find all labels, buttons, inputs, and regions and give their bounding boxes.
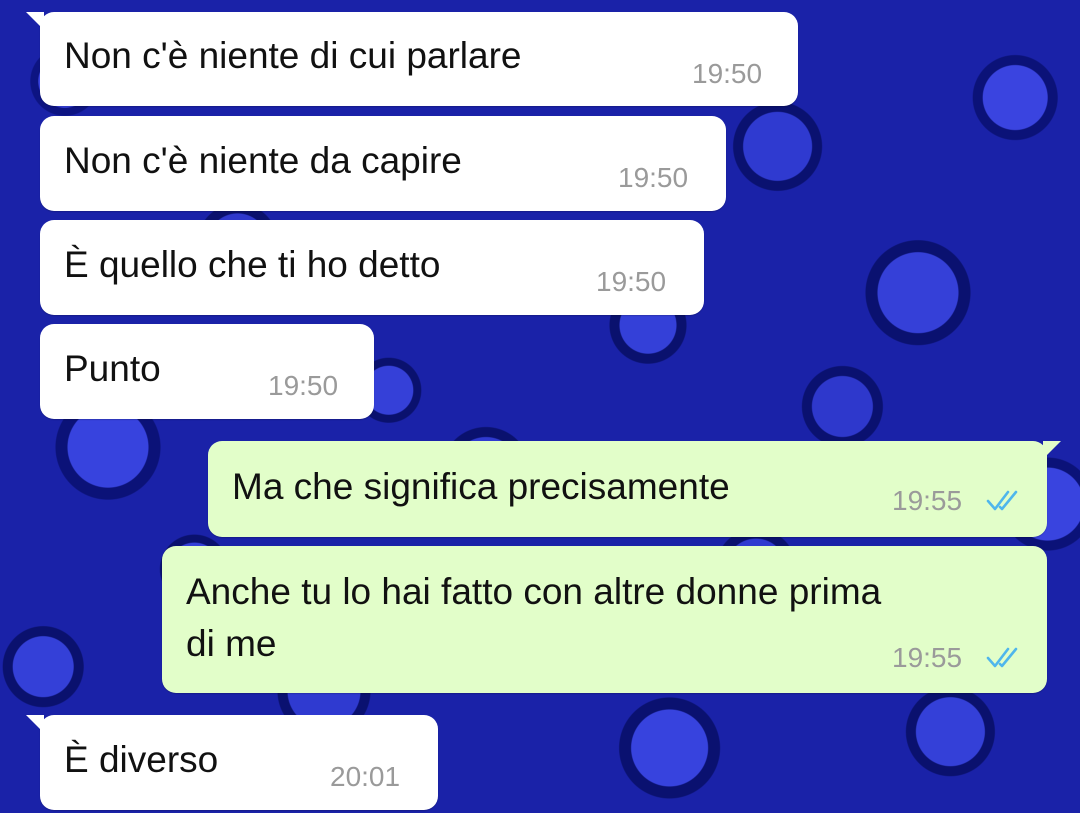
- message-text: Non c'è niente di cui parlare: [64, 35, 522, 76]
- message-text: Non c'è niente da capire: [64, 140, 462, 181]
- message-text-line-1: Anche tu lo hai fatto con altre donne pr…: [186, 571, 882, 612]
- read-double-check-icon: [986, 490, 1018, 511]
- message-text: Ma che significa precisamente: [232, 466, 730, 507]
- message-time: 19:50: [692, 58, 763, 89]
- message-bubble-outgoing[interactable]: Anche tu lo hai fatto con altre donne pr…: [162, 546, 1047, 693]
- message-bubble-incoming[interactable]: È diverso 20:01: [26, 715, 438, 810]
- message-text-line-2: di me: [186, 623, 277, 664]
- message-text: Punto: [64, 348, 161, 389]
- message-time: 19:50: [268, 370, 339, 401]
- message-time: 20:01: [330, 761, 401, 792]
- message-bubble-incoming[interactable]: Punto 19:50: [40, 324, 374, 419]
- message-bubble-outgoing[interactable]: Ma che significa precisamente 19:55: [208, 441, 1061, 537]
- message-bubble-incoming[interactable]: Non c'è niente di cui parlare 19:50: [26, 12, 798, 106]
- message-time: 19:50: [618, 162, 689, 193]
- message-bubble-incoming[interactable]: Non c'è niente da capire 19:50: [40, 116, 726, 211]
- message-time: 19:50: [596, 266, 667, 297]
- message-text: È quello che ti ho detto: [64, 244, 441, 285]
- message-time: 19:55: [892, 642, 963, 673]
- message-text: È diverso: [64, 739, 219, 780]
- read-double-check-icon: [986, 647, 1018, 668]
- message-time: 19:55: [892, 485, 963, 516]
- message-bubble-incoming[interactable]: È quello che ti ho detto 19:50: [40, 220, 704, 315]
